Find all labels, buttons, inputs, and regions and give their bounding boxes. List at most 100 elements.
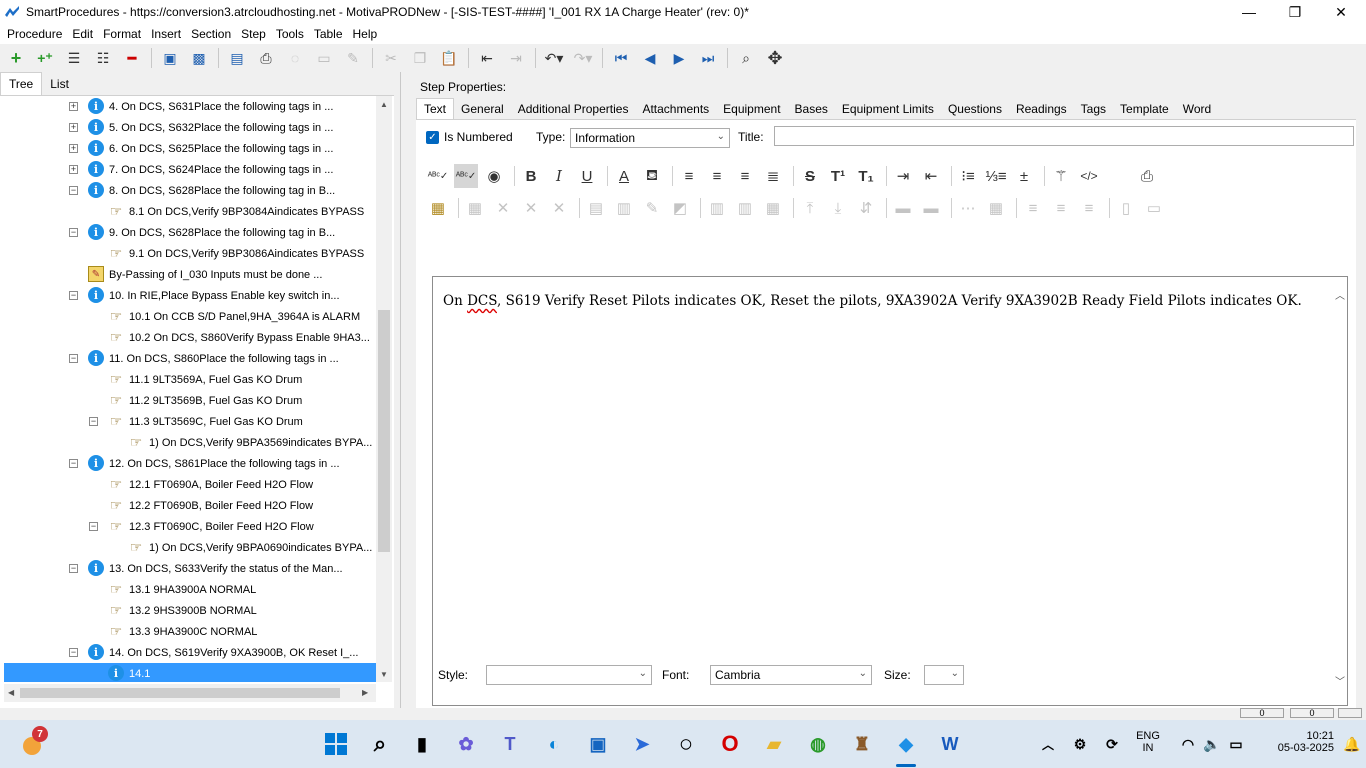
cell-icon[interactable]: ▤ bbox=[584, 196, 608, 220]
is-numbered-checkbox[interactable]: ✓ Is Numbered bbox=[426, 130, 513, 144]
merge-cells-icon[interactable]: ▦ bbox=[761, 196, 785, 220]
insert-row-above-icon[interactable]: ⤒ bbox=[798, 196, 822, 220]
insert-table-icon[interactable]: ▦ bbox=[426, 196, 450, 220]
scroll-up-icon[interactable]: ︿ bbox=[1335, 287, 1345, 302]
undo-icon[interactable]: ↶▾ bbox=[542, 46, 566, 70]
spellcheck-icon[interactable]: ᴬᴮᶜ✓ bbox=[426, 164, 450, 188]
tree-node[interactable]: − i 14. On DCS, S619Verify 9XA3900B, OK Re… bbox=[4, 642, 376, 663]
cell-align-left-icon[interactable]: ≡ bbox=[1021, 196, 1045, 220]
magic-wand-icon[interactable]: ⚚ bbox=[1049, 164, 1073, 188]
add-substep-icon[interactable]: +⁺ bbox=[33, 46, 57, 70]
panel-splitter[interactable] bbox=[400, 72, 408, 708]
tree-node[interactable]: + i 5. On DCS, S632Place the following tag… bbox=[4, 117, 376, 138]
print-icon[interactable]: ⎙ bbox=[1135, 164, 1159, 188]
tree-node[interactable]: + i 6. On DCS, S625Place the following tag… bbox=[4, 138, 376, 159]
expand-icon[interactable]: + bbox=[69, 144, 78, 153]
menu-help[interactable]: Help bbox=[348, 27, 383, 41]
type-select[interactable]: Information ⌄ bbox=[570, 128, 730, 148]
previous-step-icon[interactable]: ◀ bbox=[638, 46, 662, 70]
delete-column-icon[interactable]: ✕ bbox=[547, 196, 571, 220]
tree-node[interactable]: ☞ 9.1 On DCS,Verify 9BP3086Aindicates BYP… bbox=[4, 243, 376, 264]
collapse-icon[interactable]: − bbox=[69, 354, 78, 363]
tree-node[interactable]: ✎ By-Passing of I_030 Inputs must be done… bbox=[4, 264, 376, 285]
expand-icon[interactable]: + bbox=[69, 102, 78, 111]
scrollbar-thumb[interactable] bbox=[20, 688, 340, 698]
tab-bases[interactable]: Bases bbox=[788, 99, 835, 119]
tree-node[interactable]: ☞ 13.2 9HS3900B NORMAL bbox=[4, 600, 376, 621]
scroll-down-icon[interactable]: ▼ bbox=[380, 670, 388, 679]
step-text[interactable]: On DCS, S619 Verify Reset Pilots indicat… bbox=[443, 293, 1302, 309]
tree-node[interactable]: ☞ 10.1 On CCB S/D Panel,9HA_3964A is ALAR… bbox=[4, 306, 376, 327]
decrease-indent-icon[interactable]: ⇤ bbox=[919, 164, 943, 188]
copy-icon[interactable]: ❐ bbox=[408, 46, 432, 70]
tree-node[interactable]: − i 12. On DCS, S861Place the following ta… bbox=[4, 453, 376, 474]
table-properties-icon[interactable]: ▦ bbox=[463, 196, 487, 220]
title-input[interactable] bbox=[774, 126, 1354, 146]
smartprocedures-icon[interactable]: ◆ bbox=[890, 728, 922, 760]
scrollbar-thumb[interactable] bbox=[378, 310, 390, 552]
vertical-bar-icon[interactable]: ▯ bbox=[1114, 196, 1138, 220]
borders-icon[interactable]: ⋯ bbox=[956, 196, 980, 220]
widgets-icon[interactable]: 7 bbox=[16, 726, 48, 760]
tree-node[interactable]: − i 10. In RIE,Place Bypass Enable key swi… bbox=[4, 285, 376, 306]
subscript-icon[interactable]: T₁ bbox=[854, 164, 878, 188]
tree-node[interactable]: ☞ 11.2 9LT3569B, Fuel Gas KO Drum bbox=[4, 390, 376, 411]
tree-node[interactable]: − i 9. On DCS, S628Place the following tag… bbox=[4, 222, 376, 243]
tab-attachments[interactable]: Attachments bbox=[635, 99, 716, 119]
increase-indent-icon[interactable]: ⇥ bbox=[891, 164, 915, 188]
strikethrough-icon[interactable]: S bbox=[798, 164, 822, 188]
list-icon[interactable]: ☰ bbox=[62, 46, 86, 70]
delete-row-icon[interactable]: ✕ bbox=[519, 196, 543, 220]
tab-general[interactable]: General bbox=[454, 99, 511, 119]
collapse-icon[interactable]: − bbox=[69, 186, 78, 195]
bold-icon[interactable]: B bbox=[519, 164, 543, 188]
color-palette-icon[interactable]: ◉ bbox=[482, 164, 506, 188]
row-height-icon[interactable]: ▬ bbox=[891, 196, 915, 220]
split-cells-icon[interactable]: ⇵ bbox=[854, 196, 878, 220]
step-text-editor[interactable]: On DCS, S619 Verify Reset Pilots indicat… bbox=[432, 276, 1348, 706]
tab-template[interactable]: Template bbox=[1113, 99, 1176, 119]
spellcheck-as-you-type-icon[interactable]: ᴬᴮᶜ✓ bbox=[454, 164, 478, 188]
save-icon[interactable]: ▩ bbox=[187, 46, 211, 70]
vpn-icon[interactable]: ♜ bbox=[846, 728, 878, 760]
cell-align-right-icon[interactable]: ≡ bbox=[1077, 196, 1101, 220]
refresh-icon[interactable]: ◌ bbox=[283, 46, 307, 70]
tree-node[interactable]: − i 13. On DCS, S633Verify the status of t… bbox=[4, 558, 376, 579]
power-automate-icon[interactable]: ➤ bbox=[626, 728, 658, 760]
redo-icon[interactable]: ↷▾ bbox=[571, 46, 595, 70]
collapse-icon[interactable]: − bbox=[69, 228, 78, 237]
menu-edit[interactable]: Edit bbox=[67, 27, 98, 41]
horizontal-rule-icon[interactable]: ± bbox=[1012, 164, 1036, 188]
tree-node[interactable]: ☞ 10.2 On DCS, S860Verify Bypass Enable 9… bbox=[4, 327, 376, 348]
scroll-right-icon[interactable]: ▶ bbox=[362, 688, 368, 697]
task-view-icon[interactable]: ▮ bbox=[406, 728, 438, 760]
tree-node[interactable]: ☞ 12.1 FT0690A, Boiler Feed H2O Flow bbox=[4, 474, 376, 495]
tree-vertical-scrollbar[interactable]: ▲ ▼ bbox=[376, 96, 392, 682]
superscript-icon[interactable]: T¹ bbox=[826, 164, 850, 188]
highlight-icon[interactable]: ⛾ bbox=[640, 164, 664, 188]
tab-equipment[interactable]: Equipment bbox=[716, 99, 787, 119]
tree-horizontal-scrollbar[interactable]: ◀ ▶ bbox=[4, 684, 376, 702]
chevron-up-icon[interactable]: ︿ bbox=[1032, 728, 1064, 760]
expand-icon[interactable]: + bbox=[69, 123, 78, 132]
insert-column-right-icon[interactable]: ▥ bbox=[733, 196, 757, 220]
collapse-icon[interactable]: − bbox=[89, 417, 98, 426]
tree-node[interactable]: ☞ 1) On DCS,Verify 9BPA3569indicates BYPA… bbox=[4, 432, 376, 453]
tab-equipment-limits[interactable]: Equipment Limits bbox=[835, 99, 941, 119]
tab-word[interactable]: Word bbox=[1176, 99, 1218, 119]
copilot-icon[interactable]: ✿ bbox=[450, 728, 482, 760]
search-icon[interactable]: ⌕ bbox=[364, 728, 396, 760]
numbered-list-icon[interactable]: ⅓≡ bbox=[984, 164, 1008, 188]
last-step-icon[interactable]: ⏭ bbox=[696, 46, 720, 70]
save-all-icon[interactable]: ▣ bbox=[158, 46, 182, 70]
italic-icon[interactable]: I bbox=[547, 164, 571, 188]
teams-icon[interactable]: T bbox=[494, 728, 526, 760]
style-select[interactable]: ⌄ bbox=[486, 665, 652, 685]
tree-node[interactable]: ☞ 13.3 9HA3900C NORMAL bbox=[4, 621, 376, 642]
tree-node[interactable]: − ☞ 12.3 FT0690C, Boiler Feed H2O Flow bbox=[4, 516, 376, 537]
file-explorer-icon[interactable]: ▰ bbox=[758, 728, 790, 760]
column-width-icon[interactable]: ▬ bbox=[919, 196, 943, 220]
html-source-icon[interactable]: </> bbox=[1077, 164, 1101, 188]
cut-icon[interactable]: ✂ bbox=[379, 46, 403, 70]
procedure-tree[interactable]: + i 4. On DCS, S631Place the following tag… bbox=[4, 96, 376, 682]
